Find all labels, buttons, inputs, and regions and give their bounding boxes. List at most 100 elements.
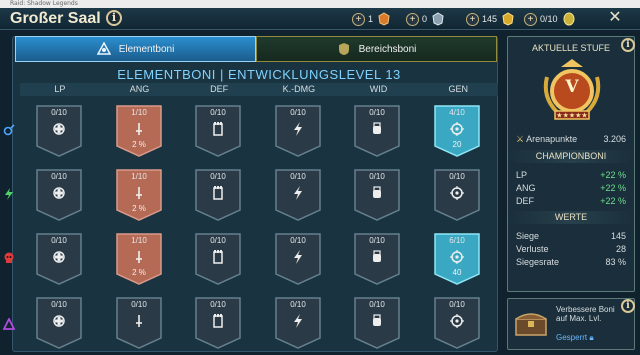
card-bonus: 40 — [452, 268, 462, 277]
resource-orange-medal: + 1 — [352, 11, 391, 27]
bonus-card-gen[interactable]: 0/10 — [433, 296, 481, 350]
add-resource-button[interactable]: + — [406, 12, 419, 26]
orange-medal-icon — [378, 12, 390, 26]
page-title: Großer Saal — [10, 10, 101, 27]
add-resource-button[interactable]: + — [466, 12, 479, 26]
card-level: 0/10 — [290, 108, 306, 117]
bonus-card-kdmg[interactable]: 0/10 — [274, 104, 322, 158]
rank-info-button[interactable]: i — [621, 38, 635, 52]
bonus-card-gen[interactable]: 0/10 — [433, 168, 481, 222]
arena-points-row: ⚔ Arenapunkte 3.206 — [508, 133, 634, 146]
card-level: 0/10 — [290, 300, 306, 309]
bonus-row: DEF +22 % — [516, 196, 626, 206]
bonus-card-lp[interactable]: 0/10 — [35, 168, 83, 222]
bonus-row: ANG +22 % — [516, 183, 626, 193]
attack-icon — [136, 123, 142, 135]
resistance-icon — [373, 314, 381, 326]
magic-element-icon — [3, 124, 15, 136]
bonus-card-kdmg[interactable]: 0/10 — [274, 296, 322, 350]
card-level: 0/10 — [369, 300, 385, 309]
values-title: WERTE — [508, 211, 634, 224]
bonus-card-def[interactable]: 0/10 — [194, 168, 242, 222]
column-header: K.-DMG — [282, 84, 316, 94]
defense-icon — [213, 186, 223, 200]
window-titlebar: Raid: Shadow Legends — [0, 0, 640, 8]
bonus-card-wid[interactable]: 0/10 — [353, 296, 401, 350]
crit-damage-icon — [294, 186, 302, 200]
bonus-card-wid[interactable]: 0/10 — [353, 168, 401, 222]
bonus-card-lp[interactable]: 0/10 — [35, 104, 83, 158]
bonus-card-ang[interactable]: 1/10 2 % — [115, 168, 163, 222]
column-header: ANG — [129, 84, 150, 94]
card-level: 0/10 — [449, 300, 465, 309]
bonus-card-wid[interactable]: 0/10 — [353, 104, 401, 158]
bonus-card-wid[interactable]: 0/10 — [353, 232, 401, 286]
bonus-card-ang[interactable]: 1/10 2 % — [115, 232, 163, 286]
spirit-element-icon — [5, 188, 13, 200]
resource-value: 0/10 — [540, 14, 558, 24]
bonus-card-def[interactable]: 0/10 — [194, 232, 242, 286]
bonus-row: LP +22 % — [516, 170, 626, 180]
area-shield-icon — [338, 43, 349, 55]
card-bonus: 20 — [452, 140, 462, 149]
champion-bonus-list: LP +22 % ANG +22 % DEF +22 % — [508, 169, 634, 208]
attack-icon — [136, 251, 142, 263]
bonus-card-def[interactable]: 0/10 — [194, 296, 242, 350]
stats-list: Siege 145 Verluste 28 Siegesrate 83 % — [508, 230, 634, 269]
upgrade-text: Verbessere Boni auf Max. Lvl. — [556, 305, 615, 323]
bonus-card-kdmg[interactable]: 0/10 — [274, 232, 322, 286]
column-header: GEN — [448, 84, 468, 94]
defense-icon — [213, 314, 223, 328]
resource-silver-medal: + 0 — [406, 11, 445, 27]
stat-row: Verluste 28 — [516, 244, 626, 254]
bonus-card-ang[interactable]: 1/10 2 % — [115, 104, 163, 158]
card-level: 0/10 — [449, 172, 465, 181]
arena-points-label: ⚔ Arenapunkte — [516, 134, 578, 144]
champion-bonus-title: CHAMPIONBONI — [508, 150, 634, 163]
locked-status: Gesperrt 🔒︎ — [556, 333, 594, 342]
tab-bereichsboni[interactable]: Bereichsboni — [256, 36, 497, 62]
force-element-icon — [4, 252, 14, 263]
element-triangle-icon — [96, 42, 111, 55]
card-bonus: 2 % — [132, 204, 146, 213]
add-resource-button[interactable]: + — [524, 12, 537, 26]
card-bonus: 2 % — [132, 268, 146, 277]
top-bar: Großer Saal i + 1 + 0 + 145 + 0/10 — [0, 8, 640, 30]
bonus-card-kdmg[interactable]: 0/10 — [274, 168, 322, 222]
section-heading: ELEMENTBONI | ENTWICKLUNGSLEVEL 13 — [117, 67, 401, 82]
hp-icon — [53, 123, 65, 135]
card-level: 0/10 — [290, 236, 306, 245]
upgrade-info-button[interactable]: i — [621, 299, 635, 313]
resource-gold-coin: + 0/10 — [524, 11, 576, 27]
void-element-icon — [3, 318, 15, 330]
column-header: DEF — [210, 84, 229, 94]
crit-damage-icon — [294, 250, 302, 264]
card-level: 0/10 — [51, 172, 67, 181]
accuracy-icon — [450, 314, 464, 328]
gold-medal-icon — [502, 12, 514, 26]
tab-elementboni[interactable]: Elementboni — [15, 36, 256, 62]
crossed-swords-icon: ⚔ — [516, 134, 525, 144]
add-resource-button[interactable]: + — [352, 12, 365, 26]
bonus-card-gen[interactable]: 6/10 40 — [433, 232, 481, 286]
rank-letter: V — [565, 77, 579, 97]
bonus-card-def[interactable]: 0/10 — [194, 104, 242, 158]
resistance-icon — [373, 186, 381, 198]
bonus-card-gen[interactable]: 4/10 20 — [433, 104, 481, 158]
sidebar-current-rank: AKTUELLE STUFE ★★★★★ V ⚔ Arenapunkte 3.2… — [507, 36, 635, 292]
bonus-card-lp[interactable]: 0/10 — [35, 232, 83, 286]
svg-text:★★★★★: ★★★★★ — [556, 112, 587, 120]
crit-damage-icon — [294, 314, 302, 328]
info-button[interactable]: i — [106, 10, 122, 26]
resource-gold-medal: + 145 — [466, 11, 515, 27]
accuracy-icon — [450, 186, 464, 200]
card-level: 1/10 — [131, 172, 147, 181]
bonus-card-ang[interactable]: 0/10 — [115, 296, 163, 350]
hp-icon — [53, 315, 65, 327]
close-icon[interactable]: ✕ — [606, 9, 624, 27]
card-level: 0/10 — [51, 236, 67, 245]
current-rank-title: AKTUELLE STUFE — [531, 43, 611, 53]
bonus-card-lp[interactable]: 0/10 — [35, 296, 83, 350]
card-level: 0/10 — [51, 108, 67, 117]
card-level: 0/10 — [369, 108, 385, 117]
